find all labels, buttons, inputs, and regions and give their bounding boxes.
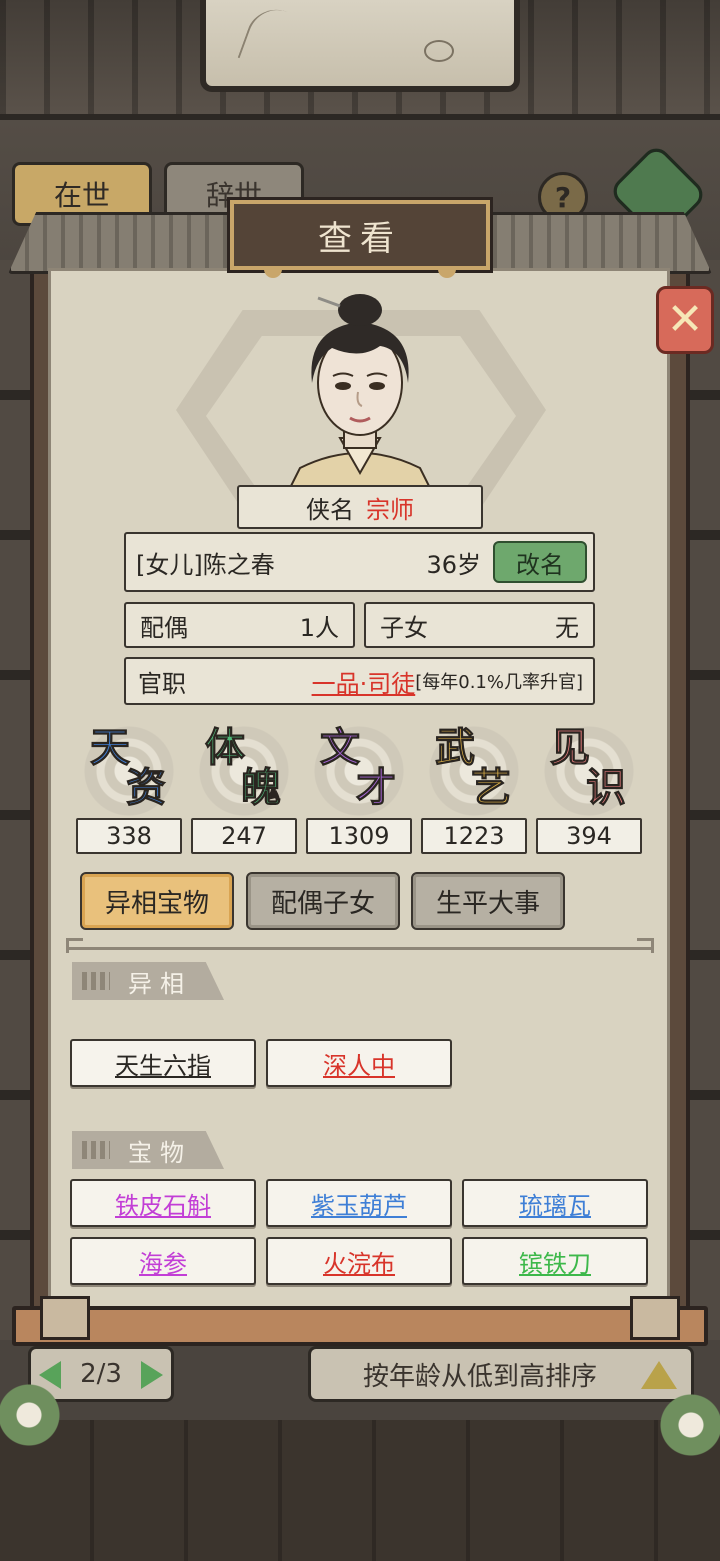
flower-icon: [656, 1390, 720, 1460]
attribute-char: 武: [435, 724, 476, 771]
dialog-title: 查看: [227, 197, 493, 278]
sort-button[interactable]: 按年龄从低到高排序: [308, 1346, 694, 1402]
attribute-value: 1309: [306, 818, 412, 854]
treasure-item[interactable]: 紫玉葫芦: [266, 1179, 452, 1227]
rename-button[interactable]: 改名: [493, 541, 587, 583]
spouse-row: 配偶 1人: [124, 602, 355, 648]
attribute-value: 338: [76, 818, 182, 854]
background-floor: [0, 1420, 720, 1561]
background-painting: [200, 0, 520, 92]
attribute-value: 247: [191, 818, 297, 854]
traits-header: 异相: [72, 962, 224, 1000]
treasure-item[interactable]: 琉璃瓦: [462, 1179, 648, 1227]
official-row: 官职 一品·司徒 [每年0.1%几率升官]: [124, 657, 595, 705]
attribute-talent: 天 资: [76, 722, 182, 818]
attribute-char: 天: [90, 724, 131, 771]
attribute-char: 体: [205, 724, 246, 771]
tab-life-events[interactable]: 生平大事: [411, 872, 565, 930]
sort-label: 按年龄从低到高排序: [363, 1361, 598, 1392]
attribute-char: 识: [586, 764, 627, 811]
trait-item[interactable]: 深人中: [266, 1039, 452, 1087]
treasure-item[interactable]: 镔铁刀: [462, 1237, 648, 1285]
close-icon: ✕: [666, 294, 704, 345]
official-label: 官职: [138, 669, 186, 698]
character-age: 36岁: [426, 550, 481, 579]
attribute-literacy: 文 才: [306, 722, 412, 818]
rail-post: [40, 1296, 90, 1340]
attribute-physique: 体 魄: [191, 722, 297, 818]
treasure-item[interactable]: 铁皮石斛: [70, 1179, 256, 1227]
title-value: 宗师: [366, 495, 414, 524]
attribute-insight: 见 识: [536, 722, 642, 818]
spouse-value: 1人: [299, 613, 339, 642]
attribute-char: 资: [126, 764, 167, 811]
rail-post: [630, 1296, 680, 1340]
tab-spouse-children[interactable]: 配偶子女: [246, 872, 400, 930]
section-divider: [66, 938, 654, 953]
close-button[interactable]: ✕: [656, 286, 714, 354]
attribute-char: 才: [356, 764, 397, 811]
children-row: 子女 无: [364, 602, 595, 648]
attribute-char: 见: [550, 724, 591, 771]
attribute-char: 魄: [241, 764, 282, 811]
title-label: 侠名: [306, 495, 354, 524]
spouse-label: 配偶: [140, 613, 188, 642]
attribute-char: 文: [320, 724, 361, 771]
attribute-char: 艺: [471, 764, 512, 811]
dialog-bottom-rail: [12, 1306, 708, 1346]
treasure-item[interactable]: 海参: [70, 1237, 256, 1285]
treasure-item[interactable]: 火浣布: [266, 1237, 452, 1285]
hero-title-box: 侠名 宗师: [237, 485, 483, 529]
official-value-link[interactable]: 一品·司徒: [312, 664, 416, 699]
character-name: [女儿]陈之春: [136, 550, 275, 579]
attribute-value: 1223: [421, 818, 527, 854]
character-portrait: [288, 294, 432, 488]
tab-traits-treasures[interactable]: 异相宝物: [80, 872, 234, 930]
name-row: [女儿]陈之春 36岁 改名: [124, 532, 595, 592]
sort-arrow-icon: [641, 1361, 677, 1389]
treasures-header: 宝物: [72, 1131, 224, 1169]
children-label: 子女: [380, 613, 428, 642]
children-value: 无: [555, 613, 579, 642]
attribute-value: 394: [536, 818, 642, 854]
attribute-martial: 武 艺: [421, 722, 527, 818]
trait-item[interactable]: 天生六指: [70, 1039, 256, 1087]
official-note: [每年0.1%几率升官]: [415, 672, 583, 693]
